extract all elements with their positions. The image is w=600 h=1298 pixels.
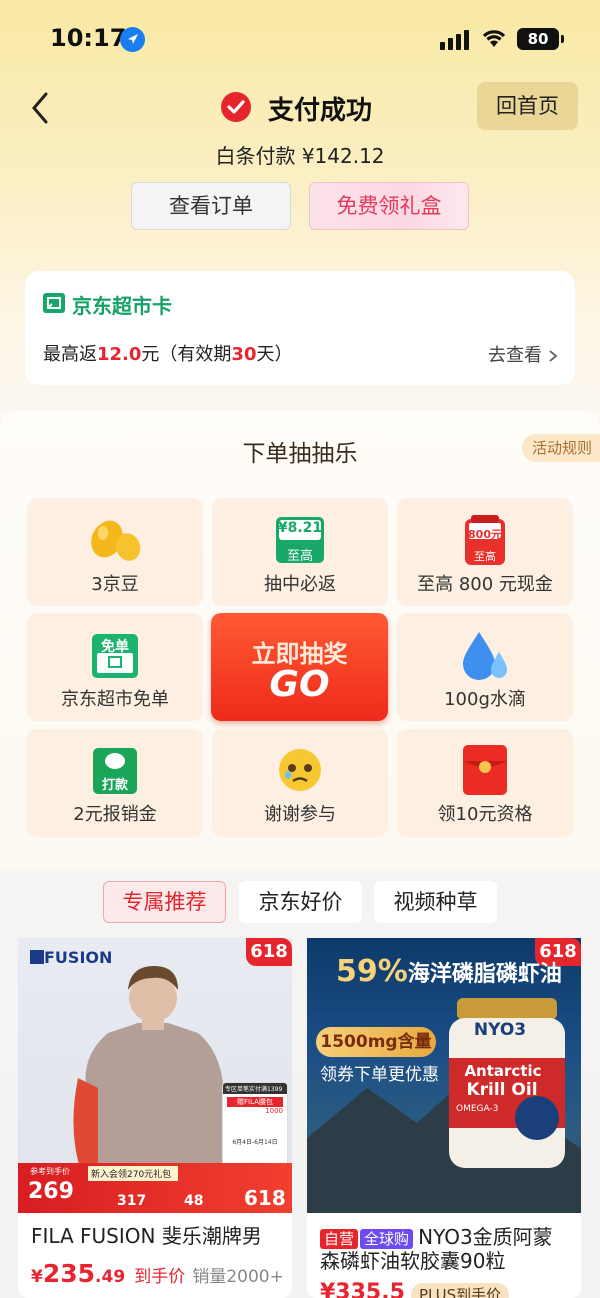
promo-value: 618: [244, 1186, 286, 1210]
product-headline: 59%海洋磷脂磷虾油: [336, 954, 562, 989]
promo-value: 48: [184, 1193, 204, 1209]
tag-618: 618: [246, 938, 292, 966]
free-order-badge: 免单: [101, 639, 129, 655]
coupon-value: ¥8.21: [277, 520, 323, 536]
prize-label: 至高 800 元现金: [417, 574, 553, 595]
coupon-sub: 至高: [286, 549, 313, 564]
supermarket-card[interactable]: [25, 271, 575, 385]
beans-icon: [85, 515, 145, 569]
wifi-icon: [480, 27, 508, 53]
prize-label: 谢谢参与: [264, 804, 336, 825]
prize-label: 2元报销金: [73, 804, 157, 825]
success-check-icon: [221, 92, 251, 122]
back-arrow-icon[interactable]: [28, 90, 58, 126]
battery-cap: [561, 35, 564, 43]
card-view-link[interactable]: 去查看: [488, 341, 558, 367]
cash-badge-value: 800元: [468, 528, 502, 541]
card-icon: [43, 293, 65, 313]
bottle-name: Antarctic: [464, 1062, 542, 1080]
page-title: 支付成功: [268, 96, 373, 126]
prize-label: 领10元资格: [437, 804, 533, 825]
bottle-brand: NYO3: [473, 1020, 527, 1040]
lottery-title: 下单抽抽乐: [242, 441, 358, 467]
prize-label: 抽中必返: [264, 574, 336, 595]
promo-price: 269: [28, 1179, 74, 1204]
prize-label: 3京豆: [91, 574, 139, 595]
product-name[interactable]: 自营 全球购 NYO3金质阿蒙: [320, 1224, 553, 1250]
prize-label: 京东超市免单: [61, 689, 169, 710]
promo-box: 专区单笔实付满1399 赠FILA腰包 1000 6月4日-6月14日: [222, 1082, 288, 1172]
plus-price-tag: PLUS到手价: [411, 1283, 510, 1298]
reimburse-badge: 打款: [101, 778, 128, 793]
home-button[interactable]: 回首页: [477, 82, 578, 130]
battery-icon: 80: [517, 28, 559, 50]
free-gift-button[interactable]: 免费领礼盒: [309, 182, 469, 230]
card-title: 京东超市卡: [72, 294, 172, 318]
cash-badge-sub: 至高: [474, 550, 496, 563]
bottle-name: Krill Oil: [466, 1080, 538, 1100]
sad-face-icon: [277, 747, 323, 797]
tab-exclusive[interactable]: 专属推荐: [103, 881, 226, 923]
coupon-line: 领券下单更优惠: [320, 1065, 439, 1085]
chevron-right-icon: [549, 350, 558, 362]
location-arrow-icon: [120, 27, 145, 52]
tab-video[interactable]: 视频种草: [374, 881, 497, 923]
content-badge: 1500mg含量: [316, 1027, 436, 1057]
product-price: ¥335.5: [320, 1280, 405, 1298]
red-envelope-icon: [461, 743, 509, 801]
product-price: ¥235.49 到手价 销量2000+: [31, 1259, 284, 1288]
promo-value: 317: [117, 1193, 147, 1209]
cellular-signal-icon: [440, 30, 469, 50]
rules-button[interactable]: 活动规则: [522, 434, 600, 462]
payment-amount: 白条付款 ¥142.12: [215, 144, 385, 168]
brand-logo: FUSION: [30, 948, 112, 967]
prize-label: 100g水滴: [444, 689, 526, 710]
product-name[interactable]: FILA FUSION 斐乐潮牌男: [31, 1223, 286, 1249]
card-description: 最高返12.0元（有效期30天）: [43, 344, 293, 365]
water-drop-icon: [459, 630, 511, 684]
product-name-line2: 森磷虾油软胶囊90粒: [320, 1249, 506, 1273]
draw-button-go: GO: [269, 664, 330, 705]
tab-jd-deals[interactable]: 京东好价: [239, 881, 362, 923]
promo-gift: 新入会领270元礼包: [88, 1166, 178, 1181]
status-time: 10:17: [50, 24, 127, 52]
promo-label: 参考到手价: [30, 1167, 70, 1176]
view-order-button[interactable]: 查看订单: [131, 182, 291, 230]
bottle-sub: OMEGA-3: [456, 1104, 499, 1114]
